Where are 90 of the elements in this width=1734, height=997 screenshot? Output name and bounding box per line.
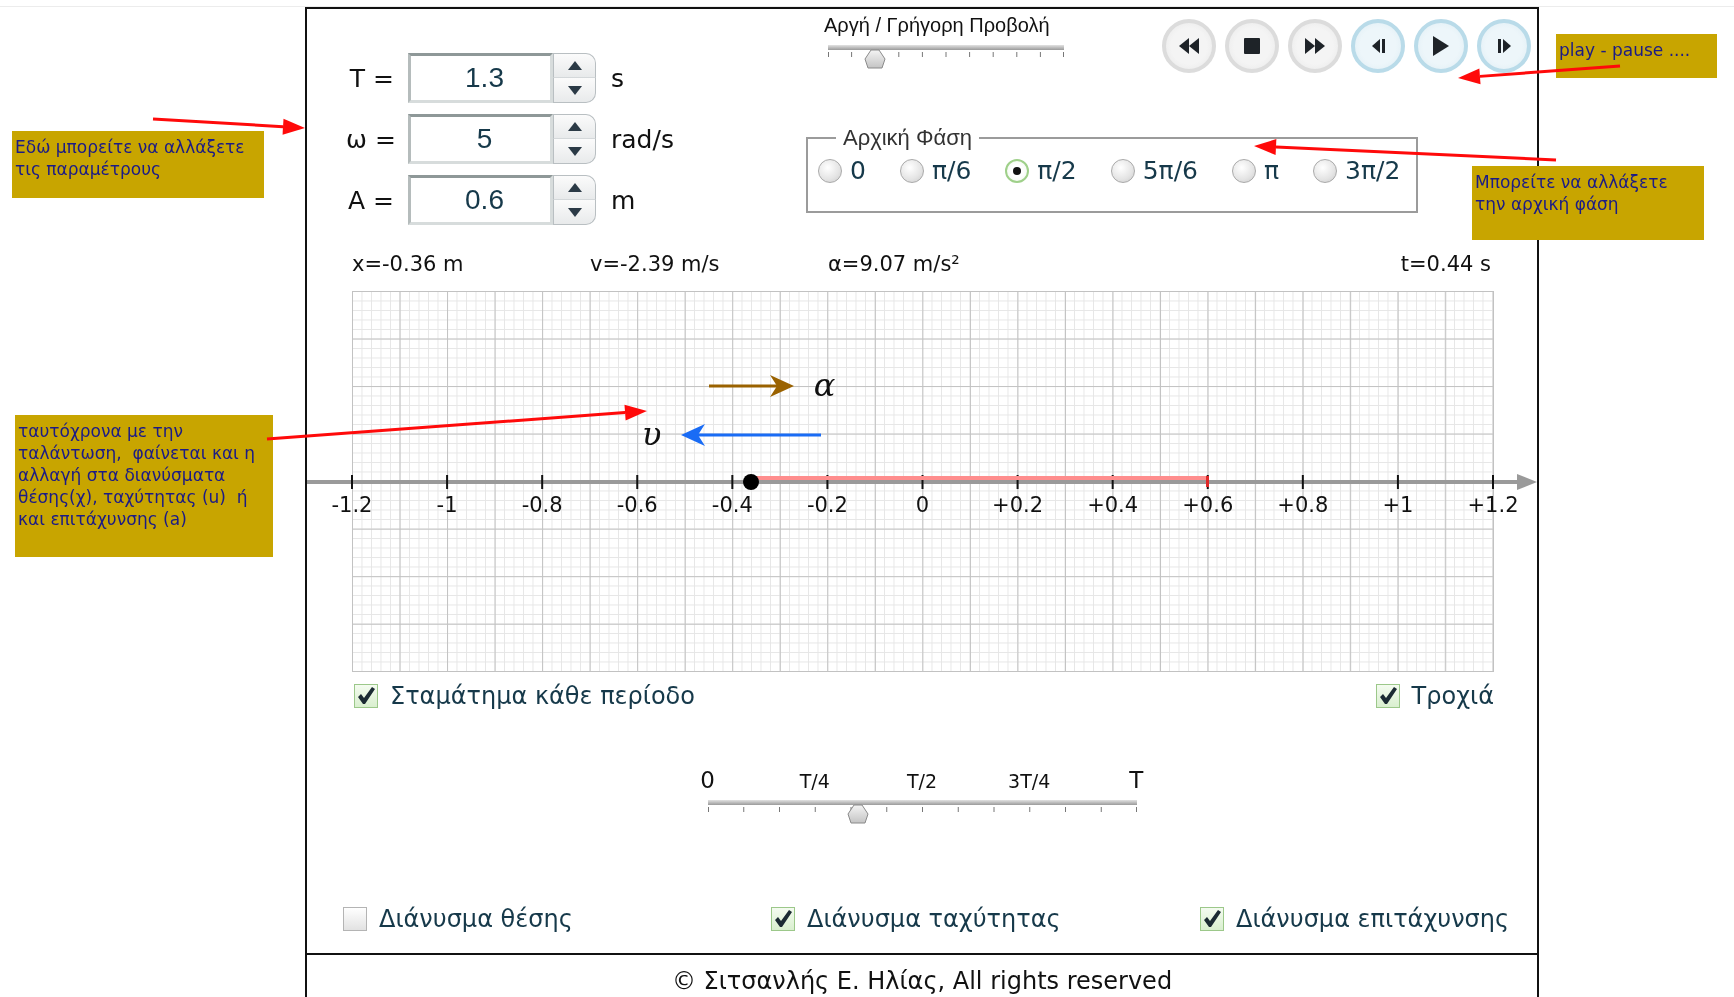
checkmark-icon (357, 687, 375, 705)
velocity-readout: v=-2.39 m/s (590, 251, 720, 278)
checkbox[interactable] (354, 684, 378, 708)
radio-button[interactable] (818, 159, 842, 183)
axis-label: +0.8 (1277, 493, 1329, 517)
spin-up-button[interactable] (553, 175, 596, 200)
up-triangle-icon (567, 61, 582, 70)
slider-mark-label: T/2 (906, 769, 937, 793)
down-triangle-icon (567, 146, 582, 156)
axis-label: -0.8 (521, 493, 563, 517)
checkmark-icon (1378, 687, 1397, 705)
stop-icon (1244, 38, 1260, 54)
axis-label: +1 (1382, 493, 1414, 517)
axis-label: +1.2 (1467, 493, 1519, 517)
unit-label: m (611, 185, 636, 215)
radio-label[interactable]: π/2 (1037, 155, 1077, 187)
radio-button[interactable] (1232, 159, 1256, 183)
acceleration-readout: α=9.07 m/s² (828, 251, 960, 278)
axis-label: 0 (915, 493, 930, 517)
group-title: Αρχική Φάση (842, 125, 974, 151)
axis-label: +0.6 (1182, 493, 1234, 517)
annotation-note: ταυτόχρονα με την ταλάντωση, φαίνεται και η αλλαγή στα διανύσματα θέσης(χ), ταχύτητας (u) ή και επιτάχυνσης (a) (15, 415, 273, 557)
number-field[interactable]: 0.6 (408, 175, 553, 225)
step-forward-button[interactable] (1477, 19, 1531, 73)
fast-forward-icon (1305, 38, 1325, 54)
radio-button[interactable] (1005, 159, 1030, 183)
copyright-footer: © Σιτσανλής Ε. Ηλίας, All rights reserved (307, 953, 1537, 996)
annotation-note: Μπορείτε να αλλάξετε την αρχική φάση (1472, 166, 1704, 240)
radio-button[interactable] (899, 159, 924, 183)
step-back-button[interactable] (1351, 19, 1405, 73)
annotation-note: play - pause .... (1556, 34, 1717, 78)
up-triangle-icon (567, 122, 582, 131)
radio-label[interactable]: π/6 (931, 155, 972, 187)
down-triangle-icon (567, 207, 582, 217)
radio-button[interactable] (1110, 159, 1135, 183)
play-button[interactable] (1414, 19, 1468, 73)
radio-label[interactable]: π (1264, 155, 1280, 187)
step-forward-icon (1497, 38, 1511, 54)
axis-label: +0.4 (1087, 493, 1139, 517)
position-readout: x=-0.36 m (352, 251, 464, 278)
spin-down-button[interactable] (553, 139, 596, 164)
up-triangle-icon (567, 183, 582, 192)
annotation-note: Εδώ μπορείτε να αλλάξετε τις παραμέτρους (12, 131, 264, 198)
fast-forward-button[interactable] (1288, 19, 1342, 73)
spin-up-button[interactable] (553, 114, 596, 139)
checkbox[interactable] (343, 907, 367, 931)
slider-label: Αργή / Γρήγορη Προβολή (824, 13, 1050, 38)
play-icon (1433, 36, 1449, 56)
checkmark-icon (1203, 910, 1221, 928)
spin-down-button[interactable] (553, 200, 596, 225)
parameter-label: ω = (346, 124, 394, 154)
checkbox[interactable] (1375, 684, 1400, 708)
axis-label: -1 (436, 493, 458, 517)
rewind-icon (1179, 38, 1199, 54)
slider-mark-label: T/4 (799, 769, 830, 793)
rewind-button[interactable] (1162, 19, 1216, 73)
step-back-icon (1371, 38, 1385, 54)
checkbox-label[interactable]: Διάνυσμα θέσης (379, 904, 573, 934)
checkbox-label[interactable]: Σταμάτημα κάθε περίοδο (390, 681, 695, 711)
parameter-label: T = (348, 63, 394, 93)
stop-button[interactable] (1225, 19, 1279, 73)
spin-down-button[interactable] (553, 78, 596, 103)
radio-label[interactable]: 3π/2 (1345, 155, 1401, 187)
checkmark-icon (774, 910, 792, 928)
checkbox[interactable] (1200, 907, 1224, 931)
unit-label: s (611, 63, 625, 93)
axis-label: -0.6 (616, 493, 658, 517)
axis-label: -0.4 (711, 493, 753, 517)
checkbox-label[interactable]: Διάνυσμα ταχύτητας (807, 904, 1061, 934)
slider-mark-label: T (1129, 767, 1144, 793)
parameter-label: A = (347, 185, 394, 215)
checkbox-label[interactable]: Διάνυσμα επιτάχυνσης (1236, 904, 1510, 934)
down-triangle-icon (567, 85, 582, 95)
unit-label: rad/s (611, 124, 674, 154)
time-readout: t=0.44 s (1400, 251, 1491, 278)
checkbox-label[interactable]: Τροχιά (1411, 681, 1494, 711)
radio-label[interactable]: 0 (850, 155, 866, 187)
vector-symbol: α (813, 367, 836, 403)
axis-label: -0.2 (806, 493, 848, 517)
slider-mark-label: 3T/4 (1008, 769, 1051, 793)
axis-label: +0.2 (992, 493, 1044, 517)
vector-symbol: υ (641, 416, 662, 452)
axis-label: -1.2 (331, 493, 373, 517)
radio-button[interactable] (1313, 159, 1338, 183)
checkbox[interactable] (771, 907, 795, 931)
spin-up-button[interactable] (553, 53, 596, 78)
number-field[interactable]: 1.3 (408, 53, 553, 103)
radio-label[interactable]: 5π/6 (1142, 155, 1198, 187)
slider-mark-label: 0 (700, 767, 715, 793)
number-field[interactable]: 5 (408, 114, 553, 164)
